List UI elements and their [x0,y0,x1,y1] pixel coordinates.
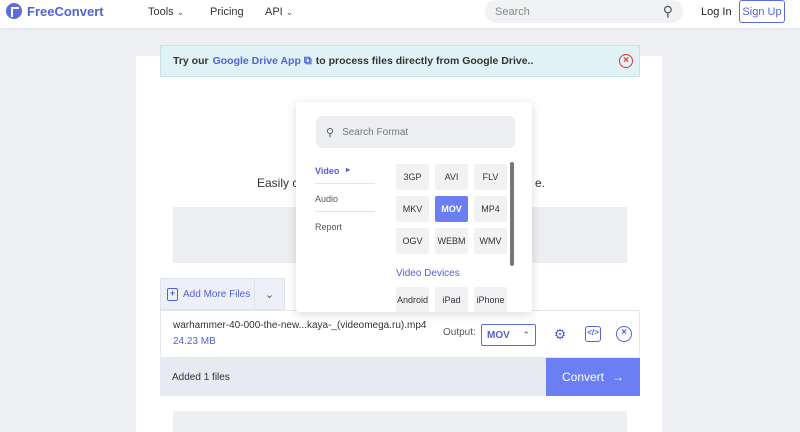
site-search: ⚲ [485,0,683,23]
status-bar: Added 1 files [160,358,546,396]
convert-button[interactable]: Convert → [546,358,640,396]
category-report[interactable]: Report [315,222,375,239]
file-name: warhammer-40-000-the-new...kaya-_(videom… [173,320,427,331]
gear-icon[interactable]: ⚙ [552,326,568,342]
category-video[interactable]: Video [315,165,375,184]
popup-scrollbar[interactable] [510,162,514,266]
arrow-right-icon: → [612,370,625,384]
chevron-down-icon[interactable]: ⌄ [255,288,284,301]
add-more-files-group: + Add More Files ⌄ [160,278,285,310]
format-search-input[interactable] [342,126,515,138]
chevron-up-icon: ⌃ [522,329,530,340]
format-option-selected[interactable]: MOV [435,196,468,222]
site-header: FreeConvert Tools ⌄ Pricing API ⌄ ⚲ Log … [0,0,800,28]
add-file-icon: + [167,287,178,301]
lower-panel [173,411,627,432]
nav-pricing[interactable]: Pricing [210,6,244,18]
files-added-status: Added 1 files [172,371,230,383]
format-option[interactable]: WMV [474,228,507,254]
logo-icon [6,3,22,19]
device-option[interactable]: Android [396,287,429,312]
output-format-value: MOV [487,329,510,341]
add-more-files-button[interactable]: + Add More Files [161,279,255,309]
nav-tools-label: Tools [148,6,174,18]
search-icon: ⚲ [326,126,335,139]
format-option[interactable]: WEBM [435,228,468,254]
close-icon[interactable]: × [619,54,633,68]
nav-api[interactable]: API ⌄ [265,6,293,18]
banner-suffix: to process files directly from Google Dr… [315,55,534,67]
nav-pricing-label: Pricing [210,6,244,18]
external-link-icon[interactable]: ⧉ [304,55,312,68]
search-input[interactable] [495,5,663,18]
nav-tools[interactable]: Tools ⌄ [148,6,184,18]
chevron-down-icon: ⌄ [285,6,294,17]
brand-name: FreeConvert [27,3,104,19]
file-row: warhammer-40-000-the-new...kaya-_(videom… [160,310,640,358]
code-icon[interactable]: </> [585,326,601,342]
brand-logo[interactable]: FreeConvert [6,3,104,19]
format-option[interactable]: OGV [396,228,429,254]
format-picker-popup: ⚲ Video Audio Report 3GP AVI FLV MKV MOV… [296,102,532,312]
intro-text-start: Easily c [257,176,299,190]
output-label: Output: [443,327,476,338]
google-drive-link[interactable]: Google Drive App [213,55,301,67]
device-option[interactable]: iPhone [474,287,507,312]
remove-file-icon[interactable]: × [616,326,632,342]
login-link[interactable]: Log In [701,6,732,18]
add-more-files-label: Add More Files [183,288,251,300]
search-icon[interactable]: ⚲ [663,3,673,20]
format-option[interactable]: MKV [396,196,429,222]
nav-api-label: API [265,6,283,18]
format-option[interactable]: MP4 [474,196,507,222]
signup-button[interactable]: Sign Up [739,0,785,23]
section-video-devices: Video Devices [396,268,460,279]
banner-prefix: Try our [173,55,209,67]
output-format-select[interactable]: MOV ⌃ [481,324,536,346]
chevron-down-icon: ⌄ [176,6,185,17]
convert-label: Convert [561,370,605,384]
format-search: ⚲ [316,116,515,148]
format-option[interactable]: AVI [435,164,468,190]
device-option[interactable]: iPad [435,287,468,312]
category-audio[interactable]: Audio [315,194,375,212]
intro-text-end: e. [535,176,546,190]
file-size: 24.23 MB [173,336,216,347]
format-option[interactable]: 3GP [396,164,429,190]
format-option[interactable]: FLV [474,164,507,190]
google-drive-banner: Try our Google Drive App ⧉ to process fi… [160,45,640,77]
